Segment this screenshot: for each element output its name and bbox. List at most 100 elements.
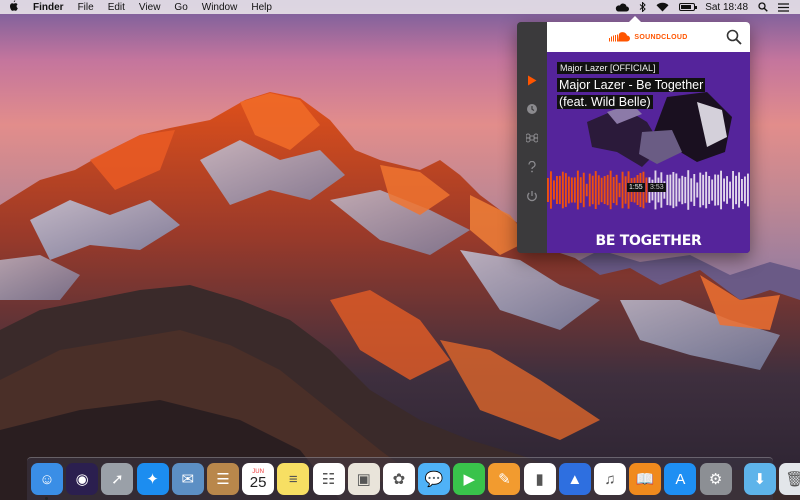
waveform-bar (666, 174, 669, 206)
dock-finder[interactable]: ☺ (31, 463, 63, 500)
wifi-icon[interactable] (651, 2, 674, 12)
menu-help[interactable]: Help (244, 2, 279, 13)
downloads-folder-icon: ⬇ (753, 471, 767, 488)
waveform-bar (741, 179, 743, 201)
waveform-bar (597, 175, 600, 205)
waveform-bar (708, 176, 711, 204)
dock: ☺ ◉ ➚ ✦ ✉ ☰ JUN 25 ≡ ☷ ▣ ✿ 💬 ▶ ✎ ▮ ▲ ♫ 📖 A ⚙ ⬇ 🗑 (27, 457, 800, 500)
track-title-line2: (feat. Wild Belle) (557, 95, 653, 109)
play-icon[interactable] (524, 72, 540, 88)
dock-numbers[interactable]: ▮ (523, 463, 556, 495)
power-icon[interactable] (524, 188, 540, 204)
waveform-bar (678, 178, 681, 202)
dock-siri[interactable]: ◉ (66, 463, 99, 495)
waveform-bar (705, 171, 708, 209)
calendar-icon: JUN 25 (250, 469, 267, 490)
waveform-bar (588, 173, 591, 207)
waveform-bar (618, 182, 621, 198)
menu-go[interactable]: Go (167, 2, 194, 13)
dock-trash[interactable]: 🗑 (778, 463, 800, 495)
waveform-bar (576, 170, 579, 210)
waveform-bar (547, 178, 549, 202)
help-icon[interactable] (524, 159, 540, 175)
dock-contacts[interactable]: ☰ (206, 463, 239, 495)
dock-calendar[interactable]: JUN 25 (242, 463, 275, 495)
popover-sidebar (517, 22, 547, 253)
waveform-bar (675, 173, 678, 207)
waveform-bar (732, 171, 734, 210)
clock[interactable]: Sat 18:48 (700, 2, 753, 13)
dock-preview[interactable]: ▣ (347, 463, 380, 495)
dock-photos[interactable]: ✿ (382, 463, 415, 495)
menu-view[interactable]: View (132, 2, 168, 13)
soundcloud-search-icon[interactable] (726, 29, 742, 45)
facetime-icon: ▶ (463, 471, 476, 488)
track-artist[interactable]: Major Lazer [OFFICIAL] (557, 62, 659, 74)
soundcloud-brand-text: SOUNDCLOUD (634, 33, 688, 41)
soundcloud-logo: SOUNDCLOUD (609, 32, 687, 42)
search-icon[interactable] (753, 2, 773, 12)
menu-window[interactable]: Window (195, 2, 245, 13)
track-title[interactable]: Major Lazer - Be Together (feat. Wild Be… (557, 77, 737, 111)
dock-launchpad[interactable]: ➚ (101, 463, 134, 495)
siri-icon: ◉ (75, 471, 89, 488)
waveform-bar (696, 182, 699, 198)
trash-icon: 🗑 (785, 471, 800, 488)
dock-itunes[interactable]: ♫ (594, 463, 626, 495)
shortcut-icon[interactable] (524, 130, 540, 146)
apple-menu-icon[interactable] (0, 0, 26, 14)
waveform-bar (720, 170, 722, 210)
waveform-bar (573, 177, 576, 203)
finder-icon: ☺ (39, 470, 55, 488)
waveform-bar (567, 176, 570, 204)
dock-app-store[interactable]: A (664, 463, 697, 495)
reminders-icon: ☷ (321, 471, 336, 488)
elapsed-time: 1:55 (627, 183, 645, 192)
waveform-bar (690, 178, 693, 202)
bluetooth-icon[interactable] (634, 2, 651, 12)
dock-keynote[interactable]: ▲ (558, 463, 591, 495)
waveform-bar (564, 173, 567, 207)
photos-icon: ✿ (392, 471, 406, 488)
dock-safari[interactable]: ✦ (136, 463, 169, 495)
track-title-line1: Major Lazer - Be Together (557, 78, 706, 92)
waveform-bar (681, 175, 684, 205)
dock-reminders[interactable]: ☷ (312, 463, 345, 495)
pages-icon: ✎ (498, 471, 511, 488)
dock-facetime[interactable]: ▶ (453, 463, 486, 495)
gear-icon: ⚙ (708, 471, 723, 488)
soundcloud-cloud-icon[interactable] (610, 3, 634, 12)
list-icon[interactable] (773, 2, 794, 12)
history-icon[interactable] (524, 101, 540, 117)
track-artwork[interactable]: Major Lazer [OFFICIAL] Major Lazer - Be … (547, 52, 750, 253)
waveform-bar (738, 172, 740, 208)
waveform-bar (669, 174, 672, 206)
dock-notes[interactable]: ≡ (277, 463, 310, 495)
menu-file[interactable]: File (71, 2, 101, 13)
dock-messages[interactable]: 💬 (418, 463, 451, 495)
soundcloud-cloud-logo-icon (609, 32, 631, 42)
waveform-bar (561, 171, 564, 209)
waveform-bar (714, 174, 717, 206)
menu-app-finder[interactable]: Finder (26, 2, 71, 13)
notes-icon: ≡ (288, 470, 298, 488)
waveform-bar (687, 170, 690, 210)
waveform-bar (693, 174, 696, 206)
dock-mail[interactable]: ✉ (171, 463, 204, 495)
waveform-bar (558, 175, 561, 205)
waveform-bar (612, 177, 615, 203)
dock-pages[interactable]: ✎ (488, 463, 521, 495)
menu-edit[interactable]: Edit (101, 2, 132, 13)
waveform-bar (594, 171, 597, 209)
waveform-bar (723, 178, 725, 202)
waveform-bar (702, 174, 705, 206)
waveform-bar (717, 174, 720, 206)
preview-icon: ▣ (356, 471, 371, 488)
dock-system-preferences[interactable]: ⚙ (699, 463, 732, 495)
waveform-bar (621, 171, 624, 209)
battery-icon[interactable] (674, 3, 700, 11)
music-note-icon: ♫ (604, 470, 616, 488)
dock-ibooks[interactable]: 📖 (629, 463, 662, 495)
dock-downloads[interactable]: ⬇ (743, 463, 776, 495)
waveform-bar (553, 180, 555, 200)
